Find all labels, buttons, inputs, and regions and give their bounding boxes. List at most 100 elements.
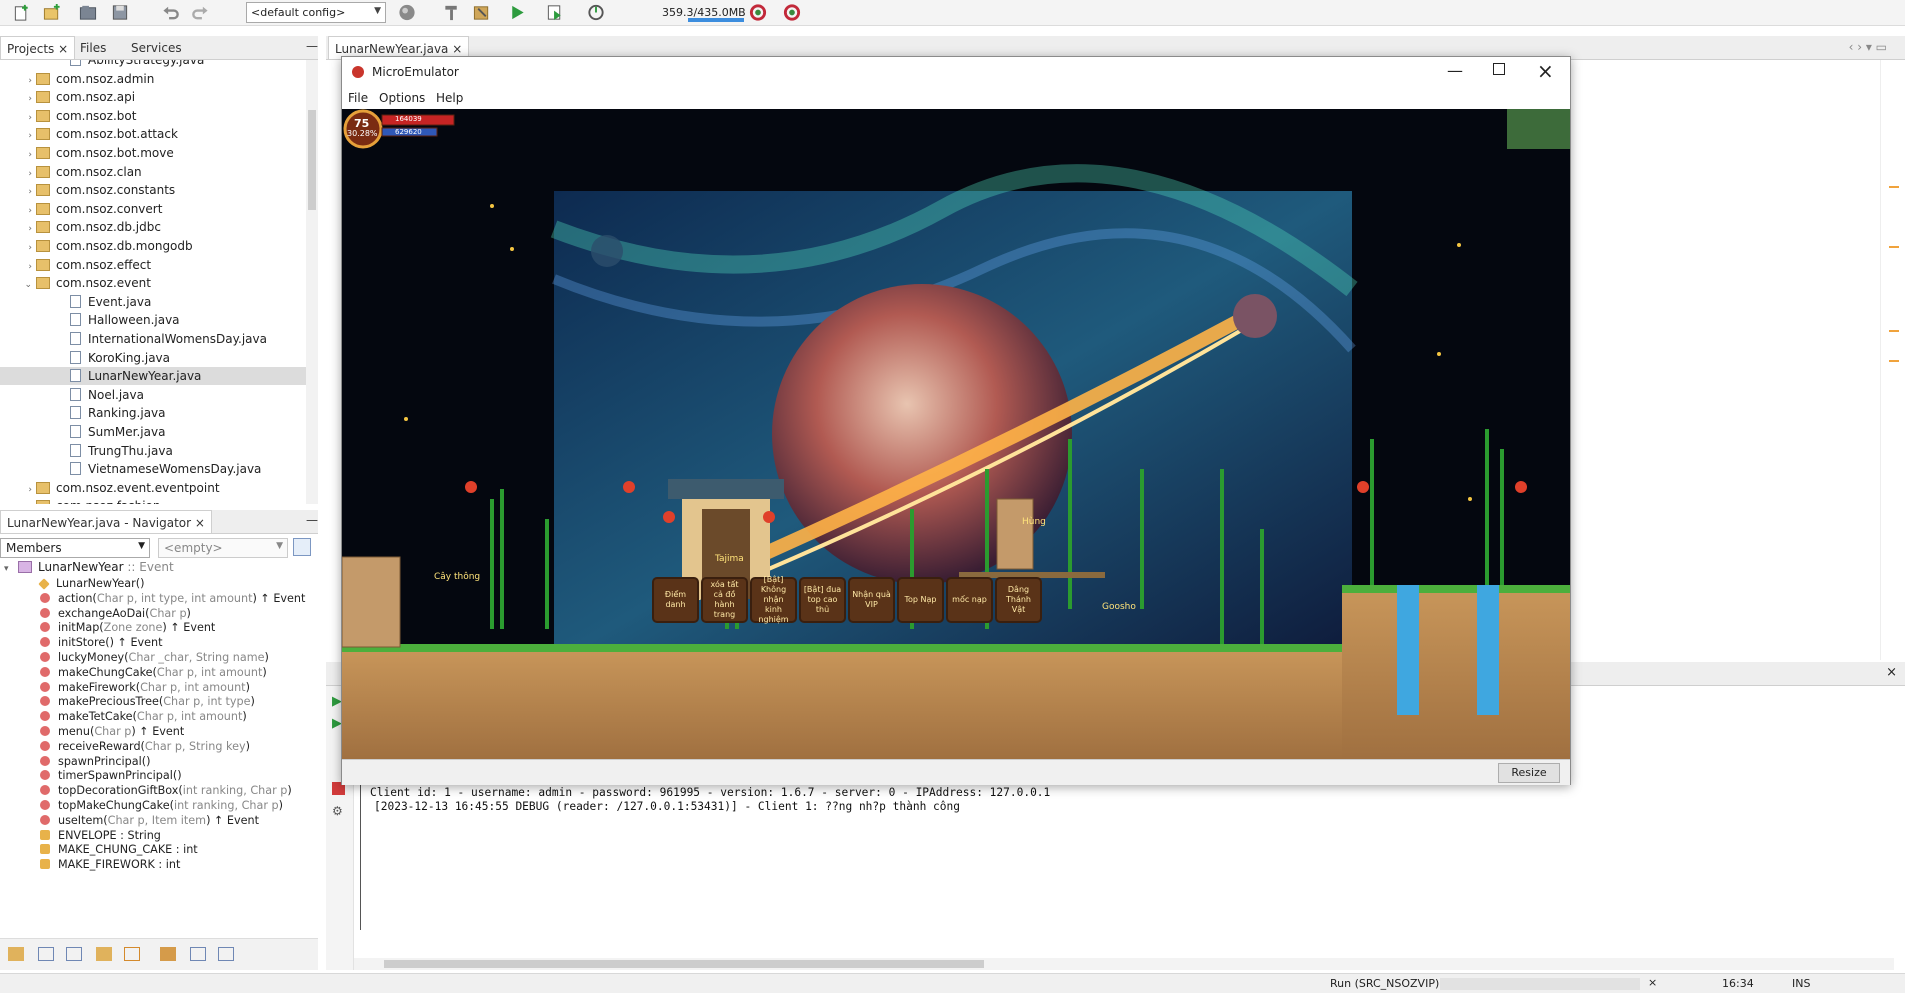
navigator-member[interactable]: topMakeChungCake(int ranking, Char p) xyxy=(40,798,283,813)
maximize-icon[interactable] xyxy=(1493,63,1505,75)
chevron-right-icon[interactable]: › xyxy=(18,127,32,145)
close-icon[interactable]: × xyxy=(452,42,462,56)
tree-file-item[interactable]: Halloween.java xyxy=(0,311,306,329)
navigator-member[interactable]: useItem(Char p, Item item) ↑ Event xyxy=(40,813,259,828)
tree-file-item[interactable]: Ranking.java xyxy=(0,404,306,422)
tree-file-item[interactable]: TrungThu.java xyxy=(0,442,306,460)
project-tree-scrollbar[interactable] xyxy=(306,60,318,504)
menu-file[interactable]: File xyxy=(348,91,368,105)
navigator-member[interactable]: menu(Char p) ↑ Event xyxy=(40,724,184,739)
tree-package-item[interactable]: › com.nsoz.db.jdbc xyxy=(0,218,306,236)
tree-file-item[interactable]: SumMer.java xyxy=(0,423,306,441)
run-status-label[interactable]: Run (SRC_NSOZVIP) xyxy=(1330,977,1439,990)
tree-package-item[interactable]: › com.nsoz.clan xyxy=(0,163,306,181)
tree-file-item[interactable]: AbilityStrategy.java xyxy=(0,60,306,69)
tree-package-item[interactable]: › com.nsoz.constants xyxy=(0,181,306,199)
navigator-options-icon[interactable] xyxy=(293,538,311,556)
npc-label-goosho[interactable]: Goosho xyxy=(1102,602,1136,612)
tree-file-item[interactable]: KoroKing.java xyxy=(0,349,306,367)
filter-icon[interactable] xyxy=(66,947,82,961)
tree-package-item[interactable]: › com.nsoz.bot xyxy=(0,107,306,125)
menu-help[interactable]: Help xyxy=(436,91,463,105)
tree-file-item[interactable]: InternationalWomensDay.java xyxy=(0,330,306,348)
navigator-member[interactable]: action(Char p, int type, int amount) ↑ E… xyxy=(40,591,305,606)
tree-file-item[interactable]: Noel.java xyxy=(0,386,306,404)
close-icon[interactable]: × xyxy=(1886,665,1897,680)
tree-package-item[interactable]: › com.nsoz.bot.move xyxy=(0,144,306,162)
open-project-icon[interactable] xyxy=(78,3,98,22)
chevron-right-icon[interactable]: › xyxy=(18,109,32,127)
globe-icon[interactable] xyxy=(397,3,417,22)
undo-icon[interactable] xyxy=(161,3,181,22)
navigator-member[interactable]: makeFirework(Char p, int amount) xyxy=(40,680,250,695)
navigator-member[interactable]: makePreciousTree(Char p, int type) xyxy=(40,694,255,709)
tree-package-item[interactable]: › com.nsoz.admin xyxy=(0,70,306,88)
run-icon[interactable] xyxy=(507,3,527,22)
debug-icon[interactable] xyxy=(545,3,565,22)
game-screen[interactable]: 75 30.28% 164039 629620 Tajima Cây thông… xyxy=(342,109,1570,759)
build-hammer-icon[interactable] xyxy=(442,3,462,22)
sort-icon[interactable] xyxy=(190,947,206,961)
tab-projects[interactable]: Projects × xyxy=(0,36,76,59)
game-menu-button[interactable]: [Bật] đua top cao thủ xyxy=(799,577,846,623)
menu-options[interactable]: Options xyxy=(379,91,425,105)
game-menu-button[interactable]: [Bật] Không nhận kinh nghiệm xyxy=(750,575,797,624)
navigator-member[interactable]: makeTetCake(Char p, int amount) xyxy=(40,709,247,724)
chevron-right-icon[interactable]: › xyxy=(18,183,32,201)
configuration-select[interactable]: <default config> ▼ xyxy=(246,2,386,23)
save-all-icon[interactable] xyxy=(110,3,130,22)
minimize-icon[interactable]: — xyxy=(300,508,324,531)
chevron-right-icon[interactable]: › xyxy=(18,499,32,504)
game-menu-button[interactable]: mốc nạp xyxy=(946,577,993,623)
tab-scroll-arrows-icon[interactable]: ‹ › ▾ ▭ xyxy=(1849,40,1887,54)
console-hscrollbar[interactable] xyxy=(354,958,1894,970)
tab-services[interactable]: Services xyxy=(125,36,188,59)
navigator-member[interactable]: ENVELOPE : String xyxy=(40,828,161,843)
close-icon[interactable]: × xyxy=(58,42,68,56)
filter-icon[interactable] xyxy=(38,947,54,961)
navigator-member[interactable]: initMap(Zone zone) ↑ Event xyxy=(40,620,215,635)
lock-icon[interactable] xyxy=(96,947,112,961)
microemulator-window[interactable]: MicroEmulator — × File Options Help 75 3… xyxy=(341,56,1571,785)
tree-package-item[interactable]: › com.nsoz.event.eventpoint xyxy=(0,479,306,497)
navigator-member[interactable]: timerSpawnPrincipal() xyxy=(40,768,182,783)
tab-files[interactable]: Files xyxy=(74,36,112,59)
gc-icon[interactable] xyxy=(748,3,768,22)
tree-package-item[interactable]: › com.nsoz.bot.attack xyxy=(0,125,306,143)
chevron-right-icon[interactable]: › xyxy=(18,72,32,90)
navigator-member[interactable]: LunarNewYear() xyxy=(38,576,145,591)
close-icon[interactable]: × xyxy=(1537,59,1554,83)
new-project-icon[interactable] xyxy=(42,3,62,22)
tree-file-item[interactable]: VietnameseWomensDay.java xyxy=(0,460,306,478)
game-menu-button[interactable]: Dâng Thánh Vật xyxy=(995,577,1042,623)
profile-icon[interactable] xyxy=(586,3,606,22)
npc-label-tajima[interactable]: Tajima xyxy=(715,554,744,564)
tree-package-item[interactable]: › com.nsoz.effect xyxy=(0,256,306,274)
filter-icon[interactable] xyxy=(124,947,140,961)
sort-icon[interactable] xyxy=(218,947,234,961)
minimize-icon[interactable]: — xyxy=(1447,61,1463,80)
tree-file-item[interactable]: Event.java xyxy=(0,293,306,311)
chevron-right-icon[interactable]: › xyxy=(18,481,32,499)
chevron-right-icon[interactable]: › xyxy=(18,239,32,257)
chevron-right-icon[interactable]: › xyxy=(18,146,32,164)
navigator-member[interactable]: makeChungCake(Char p, int amount) xyxy=(40,665,267,680)
resize-button[interactable]: Resize xyxy=(1498,763,1560,783)
chevron-down-icon[interactable]: ⌄ xyxy=(18,276,32,294)
filter-icon[interactable] xyxy=(8,947,24,961)
navigator-member[interactable]: MAKE_FIREWORK : int xyxy=(40,857,180,872)
tree-package-item[interactable]: › com.nsoz.db.mongodb xyxy=(0,237,306,255)
filter-icon[interactable] xyxy=(160,947,176,961)
memory-indicator[interactable]: 359.3/435.0MB xyxy=(660,4,746,22)
navigator-member[interactable]: luckyMoney(Char _char, String name) xyxy=(40,650,269,665)
chevron-right-icon[interactable]: › xyxy=(18,220,32,238)
tree-package-item[interactable]: › com.nsoz.convert xyxy=(0,200,306,218)
minimize-icon[interactable]: — xyxy=(300,34,324,57)
tree-package-item[interactable]: › com.nsoz.fashion xyxy=(0,497,306,504)
chevron-right-icon[interactable]: › xyxy=(18,258,32,276)
game-menu-button[interactable]: Nhận quà VIP xyxy=(848,577,895,623)
settings-icon[interactable]: ⚙ xyxy=(332,804,343,818)
clean-build-icon[interactable] xyxy=(472,3,492,22)
new-file-icon[interactable] xyxy=(12,3,32,22)
game-menu-button[interactable]: Điểm danh xyxy=(652,577,699,623)
